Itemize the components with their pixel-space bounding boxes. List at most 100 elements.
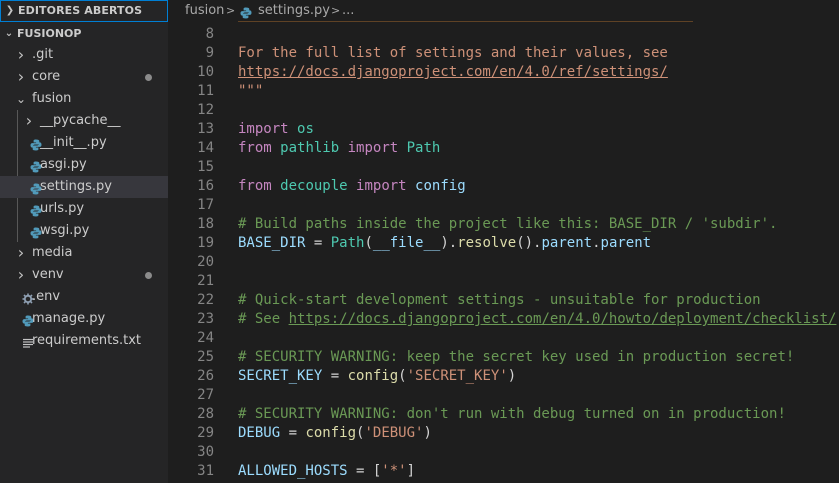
tree-item-label: wsgi.py (40, 223, 90, 238)
code-line[interactable]: # See https://docs.djangoproject.com/en/… (238, 310, 836, 329)
line-number: 20 (197, 254, 214, 270)
code-line[interactable]: DEBUG = config('DEBUG') (238, 424, 432, 443)
line-number: 16 (197, 178, 214, 194)
chevron-right-icon: › (17, 243, 25, 262)
code-line[interactable]: BASE_DIR = Path(__file__).resolve().pare… (238, 234, 651, 253)
breadcrumb-file[interactable]: settings.py (258, 0, 330, 22)
code-token: = (305, 235, 331, 251)
code-line[interactable]: # SECURITY WARNING: don't run with debug… (238, 405, 786, 424)
code-token: ) (507, 368, 517, 384)
line-number: 29 (197, 425, 214, 441)
tree-item-init-py[interactable]: __init__.py (0, 132, 168, 154)
code-token: Path (330, 235, 365, 251)
tree-item-requirements-txt[interactable]: requirements.txt (0, 330, 168, 352)
line-number: 18 (197, 216, 214, 232)
tree-item-venv[interactable]: › venv (0, 264, 168, 286)
code-editor[interactable]: fusion > settings.py > ... 8 9 10 11 12 13 14 1… (168, 0, 839, 483)
line-number: 13 (197, 121, 214, 137)
chevron-right-icon: › (17, 265, 25, 284)
project-header[interactable]: ⌄ FUSIONOP (0, 23, 168, 45)
modified-dot (145, 272, 152, 279)
breadcrumb-ellipsis[interactable]: ... (342, 0, 354, 22)
code-token: config (415, 178, 466, 194)
tree-item-git[interactable]: › .git (0, 44, 168, 66)
code-token: # SECURITY WARNING: don't run with debug… (238, 406, 786, 422)
tree-item-core[interactable]: › core (0, 66, 168, 88)
tree-item-fusion[interactable]: ⌄ fusion (0, 88, 168, 110)
code-token: ] (406, 463, 416, 479)
chevron-right-icon: ❯ (5, 5, 15, 16)
code-line[interactable]: https://docs.djangoproject.com/en/4.0/re… (238, 63, 668, 82)
code-token: ). (440, 235, 458, 251)
tree-item-label: manage.py (32, 311, 106, 326)
tree-item-settings-py[interactable]: settings.py (0, 176, 168, 198)
tree-item-label: .env (32, 289, 61, 304)
line-number: 26 (197, 368, 214, 384)
code-line[interactable]: """ (238, 82, 263, 101)
breadcrumb-folder[interactable]: fusion (185, 0, 224, 22)
tree-item-label: .git (32, 47, 54, 62)
code-token: from (238, 140, 272, 156)
code-line[interactable]: # Quick-start development settings - uns… (238, 291, 761, 310)
code-token: # Build paths inside the project like th… (238, 216, 778, 232)
code-token: os (297, 121, 314, 137)
python-file-icon (240, 5, 252, 19)
tree-item-label: core (32, 69, 61, 84)
code-token: __file__ (372, 235, 441, 251)
code-token: . (592, 235, 601, 251)
tree-item-pycache[interactable]: › __pycache__ (0, 110, 168, 132)
code-token: Path (406, 140, 441, 156)
code-line[interactable]: # Build paths inside the project like th… (238, 215, 777, 234)
code-token: resolve (457, 235, 517, 251)
code-token: ALLOWED_HOSTS (238, 463, 348, 479)
code-token: decouple (280, 178, 348, 194)
code-token: # See (238, 311, 289, 327)
code-token: config (305, 425, 357, 441)
code-token: # SECURITY WARNING: keep the secret key … (238, 349, 795, 365)
code-line[interactable]: ALLOWED_HOSTS = ['*'] (238, 462, 415, 481)
chevron-right-icon: > (226, 4, 236, 17)
code-token: """ (238, 83, 264, 99)
code-token: parent (541, 235, 593, 251)
code-line[interactable]: from pathlib import Path (238, 139, 440, 158)
code-line[interactable]: SECRET_KEY = config('SECRET_KEY') (238, 367, 516, 386)
chevron-right-icon: › (25, 111, 33, 130)
tree-item-label: __pycache__ (40, 113, 121, 128)
project-label: FUSIONOP (17, 27, 82, 40)
code-line[interactable]: # SECURITY WARNING: keep the secret key … (238, 348, 794, 367)
code-token: DEBUG (238, 425, 281, 441)
tree-item-label: __init__.py (40, 135, 107, 150)
tree-item-label: venv (32, 267, 64, 282)
tree-item-env[interactable]: .env (0, 286, 168, 308)
line-number: 12 (197, 102, 214, 118)
vscode-window: ❯ EDITORES ABERTOS ⌄ FUSIONOP › .git › core… (0, 0, 839, 483)
code-token: '*' (381, 463, 407, 479)
line-number: 19 (197, 235, 214, 251)
code-token: For the full list of settings and their … (238, 45, 668, 61)
line-number: 22 (197, 292, 214, 308)
code-line[interactable]: import os (238, 120, 314, 139)
modified-dot (145, 74, 152, 81)
tree-item-label: asgi.py (40, 157, 87, 172)
code-token: ( (398, 368, 407, 384)
tree-item-label: media (32, 245, 73, 260)
tree-item-wsgi-py[interactable]: wsgi.py (0, 220, 168, 242)
code-token: ( (364, 235, 373, 251)
tree-item-urls-py[interactable]: urls.py (0, 198, 168, 220)
code-token: (). (516, 235, 542, 251)
code-line[interactable]: from decouple import config (238, 177, 466, 196)
tree-item-manage-py[interactable]: manage.py (0, 308, 168, 330)
code-line[interactable]: For the full list of settings and their … (238, 44, 668, 63)
tree-item-media[interactable]: › media (0, 242, 168, 264)
chevron-down-icon: ⌄ (15, 92, 27, 106)
open-editors-header[interactable]: ❯ EDITORES ABERTOS (0, 0, 168, 22)
code-token: parent (600, 235, 652, 251)
breadcrumb: fusion > settings.py > ... (168, 0, 839, 22)
line-number: 21 (197, 273, 214, 289)
tree-item-asgi-py[interactable]: asgi.py (0, 154, 168, 176)
